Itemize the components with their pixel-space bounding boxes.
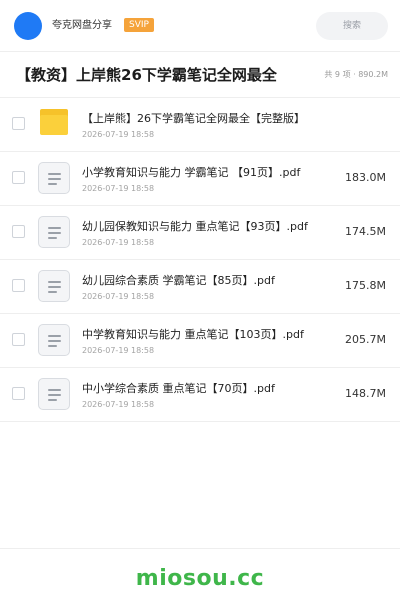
list-item-file[interactable]: 中小学综合素质 重点笔记【70页】.pdf 2026-07-19 18:58 1… [0,368,400,422]
item-checkbox[interactable] [12,171,25,184]
svip-badge: SVIP [124,18,154,32]
document-icon [38,162,70,194]
list-item-folder[interactable]: 【上岸熊】26下学霸笔记全网最全【完整版】 2026-07-19 18:58 [0,98,400,152]
document-icon [38,270,70,302]
item-date: 2026-07-19 18:58 [82,292,155,301]
item-name: 小学教育知识与能力 学霸笔记 【91页】.pdf [82,166,301,179]
folder-header: 【教资】上岸熊26下学霸笔记全网最全 共 9 项 · 890.2M [0,52,400,98]
item-date: 2026-07-19 18:58 [82,184,155,193]
item-checkbox[interactable] [12,117,25,130]
item-size: 175.8M [345,279,386,292]
item-date: 2026-07-19 18:58 [82,346,155,355]
avatar[interactable] [14,12,42,40]
item-checkbox[interactable] [12,225,25,238]
folder-summary: 共 9 项 · 890.2M [324,70,388,79]
item-size: 205.7M [345,333,386,346]
folder-icon [38,108,70,140]
footer: miosou.cc [0,548,400,600]
list-item-file[interactable]: 幼儿园综合素质 学霸笔记【85页】.pdf 2026-07-19 18:58 1… [0,260,400,314]
item-name: 中小学综合素质 重点笔记【70页】.pdf [82,382,275,395]
document-icon [38,324,70,356]
item-name: 【上岸熊】26下学霸笔记全网最全【完整版】 [82,112,305,125]
item-name: 幼儿园保教知识与能力 重点笔记【93页】.pdf [82,220,308,233]
item-date: 2026-07-19 18:58 [82,400,155,409]
item-name: 中学教育知识与能力 重点笔记【103页】.pdf [82,328,304,341]
item-size: 148.7M [345,387,386,400]
item-checkbox[interactable] [12,387,25,400]
brand-watermark: miosou.cc [135,566,265,591]
list-item-file[interactable]: 小学教育知识与能力 学霸笔记 【91页】.pdf 2026-07-19 18:5… [0,152,400,206]
document-icon [38,378,70,410]
item-checkbox[interactable] [12,333,25,346]
item-date: 2026-07-19 18:58 [82,238,155,247]
list-item-file[interactable]: 幼儿园保教知识与能力 重点笔记【93页】.pdf 2026-07-19 18:5… [0,206,400,260]
sharer-name: 夸克网盘分享 [52,20,112,31]
item-checkbox[interactable] [12,279,25,292]
page-title: 【教资】上岸熊26下学霸笔记全网最全 [16,66,277,84]
list-item-file[interactable]: 中学教育知识与能力 重点笔记【103页】.pdf 2026-07-19 18:5… [0,314,400,368]
item-date: 2026-07-19 18:58 [82,130,155,139]
top-bar: 夸克网盘分享 SVIP 搜索 [0,0,400,52]
item-size: 174.5M [345,225,386,238]
file-list: 【上岸熊】26下学霸笔记全网最全【完整版】 2026-07-19 18:58 小… [0,98,400,422]
search-button[interactable]: 搜索 [316,12,388,40]
item-size: 183.0M [345,171,386,184]
item-name: 幼儿园综合素质 学霸笔记【85页】.pdf [82,274,275,287]
document-icon [38,216,70,248]
